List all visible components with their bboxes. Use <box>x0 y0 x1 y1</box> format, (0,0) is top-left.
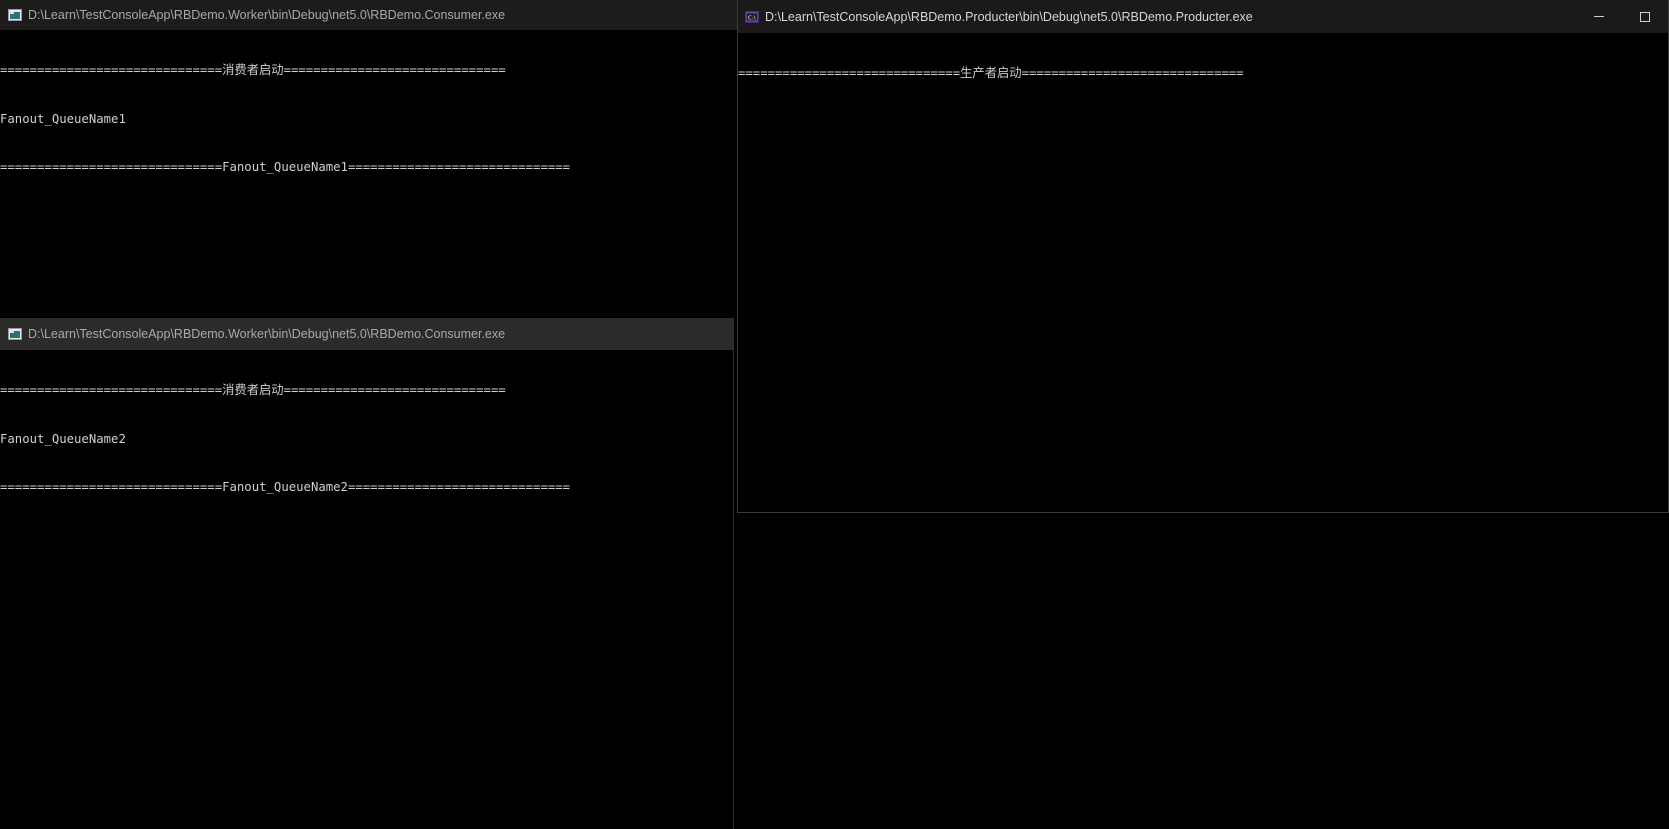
minimize-icon <box>1594 16 1604 17</box>
window-title: D:\Learn\TestConsoleApp\RBDemo.Worker\bi… <box>28 327 506 341</box>
console-app-icon <box>8 9 22 21</box>
window-title: D:\Learn\TestConsoleApp\RBDemo.Producter… <box>765 9 1253 24</box>
window-controls <box>1576 0 1668 33</box>
console-output[interactable]: ==============================消费者启动=====… <box>0 30 737 318</box>
csharp-console-icon: C:\ <box>745 10 759 23</box>
console-line-banner: ==============================消费者启动=====… <box>0 382 734 399</box>
consumer-window-2[interactable]: D:\Learn\TestConsoleApp\RBDemo.Worker\bi… <box>0 318 734 829</box>
console-line-queue-banner: ==============================Fanout_Que… <box>0 159 737 175</box>
console-output[interactable]: ==============================生产者启动=====… <box>738 33 1668 512</box>
console-line-text: ==============================生产者启动=====… <box>738 66 1244 80</box>
console-line-text: Fanout_QueueName1 <box>0 112 126 126</box>
console-app-icon <box>8 328 22 340</box>
console-line-queue-banner: ==============================Fanout_Que… <box>0 479 734 495</box>
producer-window[interactable]: C:\ D:\Learn\TestConsoleApp\RBDemo.Produ… <box>737 0 1669 513</box>
console-line-queue: Fanout_QueueName2 <box>0 431 734 447</box>
console-line-banner: ==============================消费者启动=====… <box>0 62 737 79</box>
console-line-text: ==============================消费者启动=====… <box>0 63 506 77</box>
maximize-button[interactable] <box>1622 0 1668 33</box>
consumer-window-1-titlebar[interactable]: D:\Learn\TestConsoleApp\RBDemo.Worker\bi… <box>0 0 737 30</box>
svg-text:C:\: C:\ <box>748 15 756 21</box>
console-line-queue: Fanout_QueueName1 <box>0 111 737 127</box>
console-line-text: ==============================消费者启动=====… <box>0 383 506 397</box>
consumer-window-1[interactable]: D:\Learn\TestConsoleApp\RBDemo.Worker\bi… <box>0 0 737 318</box>
console-output[interactable]: ==============================消费者启动=====… <box>0 350 734 829</box>
consumer-window-2-titlebar[interactable]: D:\Learn\TestConsoleApp\RBDemo.Worker\bi… <box>0 318 734 350</box>
producer-window-titlebar[interactable]: C:\ D:\Learn\TestConsoleApp\RBDemo.Produ… <box>738 0 1668 33</box>
maximize-icon <box>1640 11 1650 22</box>
minimize-button[interactable] <box>1576 0 1622 33</box>
console-line-text: Fanout_QueueName2 <box>0 432 126 446</box>
console-line-text: ==============================Fanout_Que… <box>0 160 571 174</box>
window-title: D:\Learn\TestConsoleApp\RBDemo.Worker\bi… <box>28 8 506 22</box>
console-line-text: ==============================Fanout_Que… <box>0 480 571 494</box>
console-line-banner: ==============================生产者启动=====… <box>738 65 1668 82</box>
